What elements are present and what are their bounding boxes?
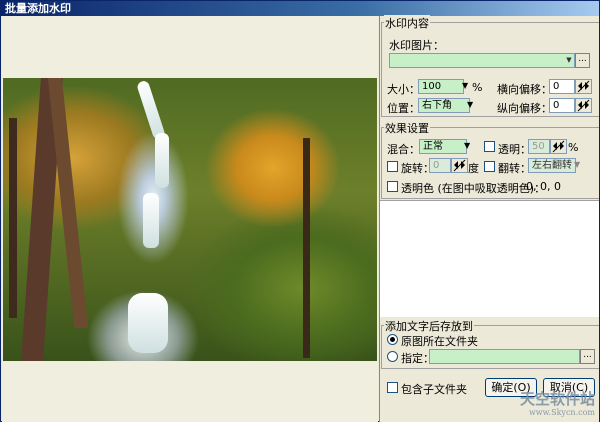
h-offset-input[interactable]: 0 bbox=[549, 79, 575, 94]
watermark-image-label: 水印图片： bbox=[389, 39, 444, 52]
blend-value: 正常 bbox=[423, 141, 443, 152]
watermark-content-label: 水印内容 bbox=[384, 15, 430, 31]
transparent-color-value: 0, 0, 0 bbox=[526, 180, 561, 193]
original-folder-radio[interactable] bbox=[387, 334, 398, 345]
effects-preview-area bbox=[380, 200, 599, 317]
tree-trunk bbox=[303, 138, 310, 358]
specify-folder-radio[interactable] bbox=[387, 351, 398, 362]
position-value: 右下角 bbox=[422, 100, 452, 111]
flip-label: 翻转： bbox=[498, 162, 531, 175]
save-location-label: 添加文字后存放到 bbox=[384, 318, 474, 334]
h-offset-label: 横向偏移： bbox=[497, 83, 552, 96]
original-folder-label: 原图所在文件夹 bbox=[401, 335, 478, 348]
v-offset-value: 0 bbox=[553, 100, 560, 111]
site-watermark-logo: 天空软件站 www.Skycn.com bbox=[520, 392, 595, 419]
size-unit: % bbox=[472, 81, 483, 94]
blend-label: 混合： bbox=[387, 143, 420, 156]
h-offset-spinner[interactable] bbox=[575, 79, 592, 94]
waterfall bbox=[155, 133, 169, 188]
chevron-down-icon[interactable]: ▼ bbox=[464, 141, 470, 150]
rotate-value: 0 bbox=[433, 160, 440, 171]
watermark-image-select[interactable]: ▼ bbox=[389, 53, 575, 68]
transparency-value: 50 bbox=[532, 141, 545, 152]
rotate-checkbox[interactable] bbox=[387, 161, 398, 172]
waterfall bbox=[143, 193, 159, 248]
v-offset-label: 纵向偏移： bbox=[497, 102, 552, 115]
size-label: 大小： bbox=[387, 83, 420, 96]
transparent-color-label: 透明色 (在图中吸取透明色)： bbox=[401, 182, 546, 195]
preview-image bbox=[3, 78, 377, 361]
v-offset-spinner[interactable] bbox=[575, 98, 592, 113]
v-offset-input[interactable]: 0 bbox=[549, 98, 575, 113]
flip-select[interactable]: 左右翻转 bbox=[528, 158, 576, 173]
chevron-down-icon: ▼ bbox=[566, 56, 572, 64]
transparency-checkbox[interactable] bbox=[484, 141, 495, 152]
rotate-input[interactable]: 0 bbox=[429, 158, 451, 173]
flip-checkbox[interactable] bbox=[484, 161, 495, 172]
rotate-unit: 度 bbox=[468, 162, 479, 175]
waterfall bbox=[128, 293, 168, 353]
tree-trunk bbox=[9, 118, 17, 318]
specify-folder-input[interactable] bbox=[429, 349, 580, 364]
transparency-input[interactable]: 50 bbox=[528, 139, 550, 154]
position-select[interactable]: 右下角 bbox=[418, 98, 470, 113]
size-select[interactable]: 100 bbox=[418, 79, 464, 94]
dialog-window: 批量添加水印 水印内容 水印图片： ▼ ... 大小： 100 ▼ % 横向偏移… bbox=[0, 0, 600, 422]
flip-value: 左右翻转 bbox=[532, 160, 572, 171]
chevron-down-icon[interactable]: ▼ bbox=[462, 81, 468, 90]
transparency-spinner[interactable] bbox=[550, 139, 567, 154]
h-offset-value: 0 bbox=[553, 81, 560, 92]
effects-label: 效果设置 bbox=[384, 120, 430, 136]
watermark-image-browse-button[interactable]: ... bbox=[575, 53, 590, 68]
waterfall bbox=[136, 79, 166, 141]
transparency-label: 透明： bbox=[498, 143, 531, 156]
spinner-icon bbox=[552, 140, 565, 153]
rotate-spinner[interactable] bbox=[451, 158, 468, 173]
chevron-down-icon[interactable]: ▼ bbox=[574, 160, 580, 169]
transparent-color-checkbox[interactable] bbox=[387, 181, 398, 192]
site-watermark-sub: www.Skycn.com bbox=[528, 408, 595, 417]
include-subfolders-label: 包含子文件夹 bbox=[401, 383, 467, 396]
chevron-down-icon[interactable]: ▼ bbox=[467, 100, 473, 109]
include-subfolders-checkbox[interactable] bbox=[387, 382, 398, 393]
transparency-unit: % bbox=[568, 141, 579, 154]
specify-folder-browse-button[interactable]: ... bbox=[580, 349, 595, 364]
blend-select[interactable]: 正常 bbox=[419, 139, 467, 154]
spinner-icon bbox=[453, 159, 466, 172]
position-label: 位置： bbox=[387, 102, 420, 115]
title-bar: 批量添加水印 bbox=[1, 1, 599, 16]
size-value: 100 bbox=[422, 81, 442, 92]
spinner-icon bbox=[577, 99, 590, 112]
spinner-icon bbox=[577, 80, 590, 93]
